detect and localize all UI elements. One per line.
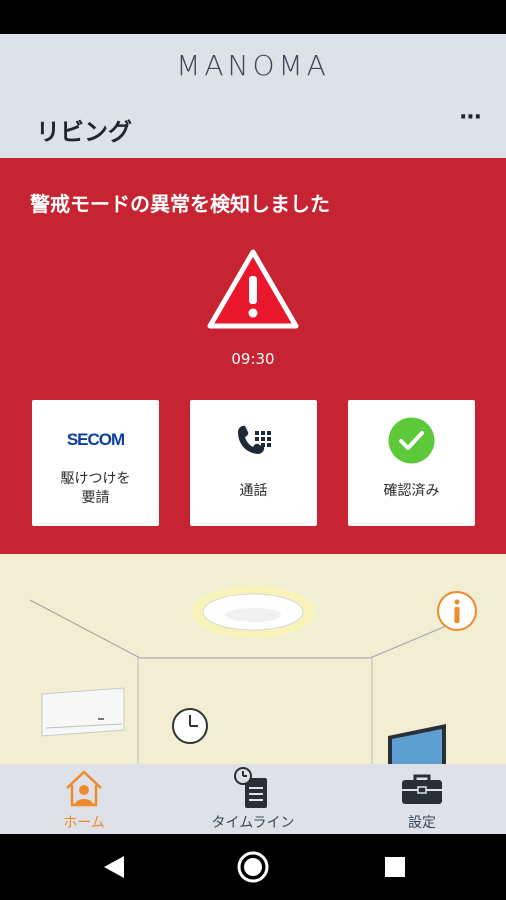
air-conditioner-icon xyxy=(41,687,125,737)
alert-message: 警戒モードの異常を検知しました xyxy=(30,192,330,216)
bottom-nav: ホーム タイムライン 設定 xyxy=(0,764,506,834)
room-title: リビング xyxy=(36,118,132,146)
status-bar xyxy=(0,0,506,34)
system-nav-bar xyxy=(0,834,506,900)
recents-icon[interactable] xyxy=(384,856,406,878)
ceiling-light-icon xyxy=(191,586,315,638)
back-icon[interactable] xyxy=(102,854,126,880)
toolbox-icon xyxy=(402,774,442,804)
info-icon[interactable] xyxy=(436,590,478,632)
room-view xyxy=(0,554,506,764)
check-icon xyxy=(388,417,435,464)
nav-item-settings[interactable]: 設定 xyxy=(338,764,506,834)
nav-item-home[interactable]: ホーム xyxy=(0,764,168,834)
home-button-icon[interactable] xyxy=(236,850,270,884)
confirmed-label: 確認済み xyxy=(383,483,440,499)
nav-settings-label: 設定 xyxy=(408,815,436,831)
brand-logo: MANOMA xyxy=(176,48,330,82)
alert-time: 09:30 xyxy=(231,350,275,368)
request-dispatch-label-line1: 駆けつけを xyxy=(60,471,131,487)
phone-icon xyxy=(238,425,271,454)
secom-logo: SECOM xyxy=(66,430,125,449)
nav-home-label: ホーム xyxy=(63,815,105,831)
call-label: 通話 xyxy=(239,483,268,499)
call-button[interactable]: 通話 xyxy=(190,400,317,526)
request-dispatch-button[interactable]: SECOM 駆けつけを 要請 xyxy=(32,400,159,526)
timeline-icon xyxy=(234,767,267,808)
more-options-button[interactable]: ··· xyxy=(456,107,484,136)
app-screen: MANOMA リビング ··· 警戒モードの異常を検知しました 09:30 SE… xyxy=(0,34,506,834)
nav-timeline-label: タイムライン xyxy=(211,815,295,831)
request-dispatch-label-line2: 要請 xyxy=(81,490,110,506)
home-icon xyxy=(66,770,102,807)
clock-icon xyxy=(172,708,208,744)
nav-item-timeline[interactable]: タイムライン xyxy=(169,764,337,834)
warning-icon xyxy=(207,249,299,329)
alert-panel: 警戒モードの異常を検知しました 09:30 SECOM 駆けつけを 要請 通話 xyxy=(0,158,506,554)
room-header: リビング ··· xyxy=(0,96,506,158)
confirmed-button[interactable]: 確認済み xyxy=(348,400,475,526)
tv-icon xyxy=(388,724,446,764)
